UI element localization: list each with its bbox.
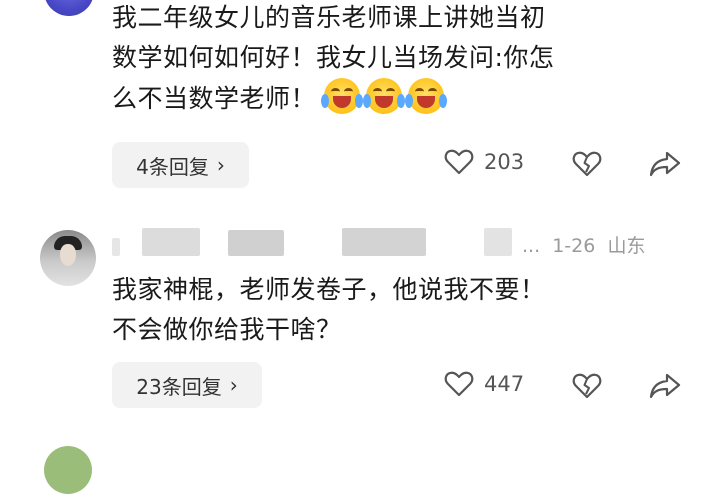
avatar[interactable] [44,446,92,494]
broken-heart-icon [572,150,602,178]
like-button[interactable]: 203 [444,148,524,176]
like-count: 447 [484,372,525,396]
comment-line: 么不当数学老师！ [112,78,554,119]
comment-text: 我二年级女儿的音乐老师课上讲她当初 数学如何如何好！我女儿当场发问:你怎 么不当… [112,0,554,119]
chevron-right-icon: › [229,373,238,397]
comment-line: 数学如何如何好！我女儿当场发问:你怎 [112,43,555,72]
heart-outline-icon [444,370,474,398]
broken-heart-icon [572,372,602,400]
crying-laughing-emoji-icon [321,78,364,114]
avatar[interactable] [40,230,96,286]
share-button[interactable] [649,373,681,399]
heart-outline-icon [444,148,474,176]
share-arrow-icon [649,151,681,177]
share-arrow-icon [649,373,681,399]
comment-date: 1-26 [552,235,596,257]
avatar[interactable] [44,0,94,16]
view-replies-button[interactable]: 4条回复 › [112,142,249,188]
like-button[interactable]: 447 [444,370,524,398]
comment-line: 我家神棍，老师发卷子，他说我不要！ [112,275,546,304]
comment-line: 我二年级女儿的音乐老师课上讲她当初 [112,3,546,32]
comment-line: 不会做你给我干啥？ [112,315,342,344]
comment-meta: ... 1-26 山东 [522,235,646,257]
crying-laughing-emoji-icon [363,78,406,114]
comment-text: 我家神棍，老师发卷子，他说我不要！ 不会做你给我干啥？ [112,270,546,350]
dislike-button[interactable] [572,150,602,178]
dislike-button[interactable] [572,372,602,400]
like-count: 203 [484,150,525,174]
view-replies-button[interactable]: 23条回复 › [112,362,262,408]
share-button[interactable] [649,151,681,177]
crying-laughing-emoji-icon [405,78,448,114]
comment-location: 山东 [607,235,646,257]
chevron-right-icon: › [216,153,225,177]
